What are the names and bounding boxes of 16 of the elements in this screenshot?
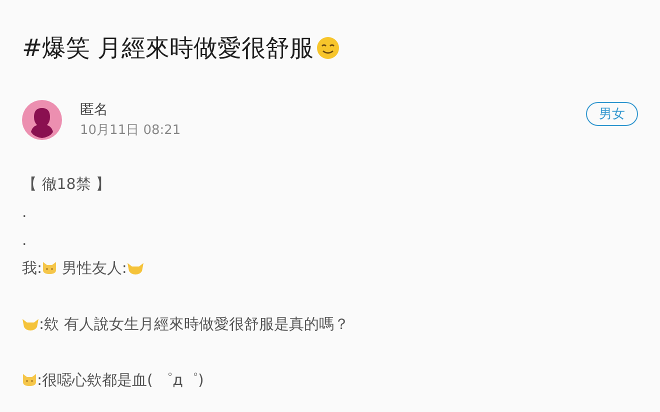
post-text-line: 我: 男性友人: <box>22 254 638 282</box>
post-time: 10月11日 08:21 <box>80 122 181 139</box>
cat-face-icon <box>22 373 37 387</box>
post-text-line: . <box>22 230 28 251</box>
post-text-line: 【 徹18禁 】 <box>22 174 112 195</box>
post-title: #爆笑 月經來時做愛很舒服 <box>22 33 314 64</box>
cat-head-icon <box>126 262 144 274</box>
forum-tag[interactable]: 男女 <box>586 102 638 126</box>
avatar-icon <box>22 100 62 140</box>
author-name: 匿名 <box>80 101 108 119</box>
post-text-line: :很噁心欸都是血( ゜д゜) <box>22 366 638 394</box>
smiley-face-icon <box>316 36 340 60</box>
cat-head-icon <box>22 318 39 330</box>
cat-face-icon <box>42 261 58 275</box>
post-text-line: :欸 有人說女生月經來時做愛很舒服是真的嗎？ <box>22 310 638 338</box>
post-text-line: . <box>22 202 28 223</box>
